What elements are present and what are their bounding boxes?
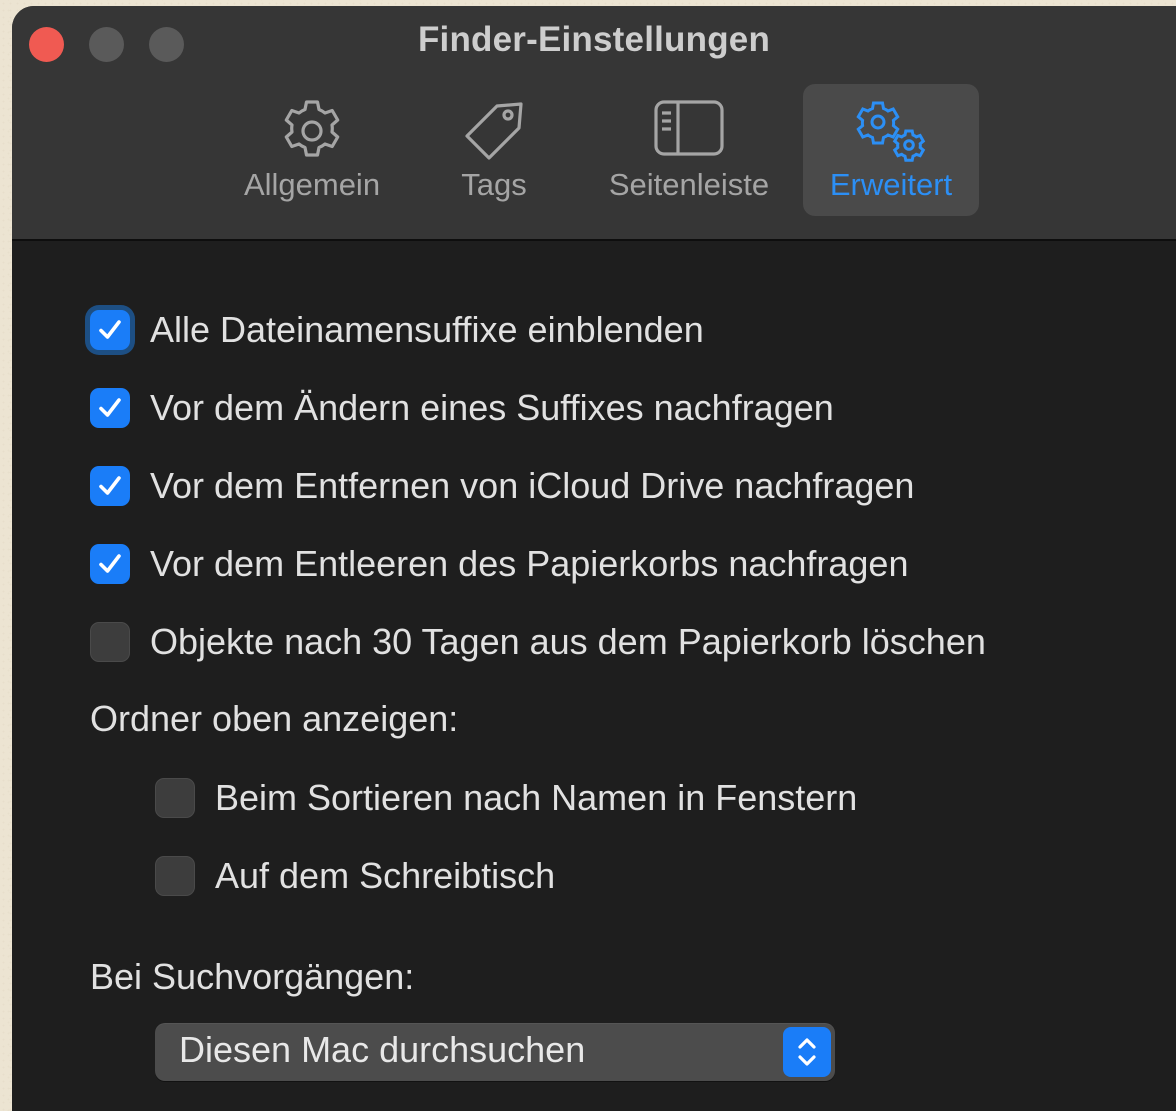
tab-label: Erweitert [829, 167, 953, 202]
gear-icon [279, 98, 345, 169]
option-folders-top-desktop[interactable]: Auf dem Schreibtisch [155, 851, 555, 901]
checkbox-checked[interactable] [90, 388, 130, 428]
option-label: Vor dem Ändern eines Suffixes nachfragen [150, 387, 834, 428]
tab-seitenleiste[interactable]: Seitenleiste [590, 84, 788, 216]
gears-icon [848, 98, 934, 169]
option-label: Alle Dateinamensuffixe einblenden [150, 309, 704, 350]
advanced-settings-pane: Alle Dateinamensuffixe einblenden Vor de… [12, 241, 1176, 1111]
window-title: Finder-Einstellungen [417, 20, 771, 59]
checkbox-checked[interactable] [90, 466, 130, 506]
toolbar: Finder-Einstellungen Allgemein Tags Seit… [12, 6, 1176, 241]
option-folders-top-windows[interactable]: Beim Sortieren nach Namen in Fenstern [155, 773, 857, 823]
tab-erweitert[interactable]: Erweitert [803, 84, 979, 216]
option-show-all-extensions[interactable]: Alle Dateinamensuffixe einblenden [90, 305, 704, 355]
checkbox-unchecked[interactable] [155, 856, 195, 896]
option-label: Objekte nach 30 Tagen aus dem Papierkorb… [150, 621, 986, 662]
option-label: Auf dem Schreibtisch [215, 855, 556, 896]
checkbox-unchecked[interactable] [90, 622, 130, 662]
option-warn-change-extension[interactable]: Vor dem Ändern eines Suffixes nachfragen [90, 383, 834, 433]
option-label: Vor dem Entleeren des Papierkorbs nachfr… [150, 543, 909, 584]
tab-allgemein[interactable]: Allgemein [226, 84, 398, 216]
search-scope-heading: Bei Suchvorgängen: [90, 956, 415, 997]
sidebar-icon [653, 98, 725, 163]
option-warn-remove-icloud[interactable]: Vor dem Entfernen von iCloud Drive nachf… [90, 461, 914, 511]
tab-label: Tags [461, 167, 527, 202]
option-label: Vor dem Entfernen von iCloud Drive nachf… [150, 465, 915, 506]
checkbox-unchecked[interactable] [155, 778, 195, 818]
search-scope-value: Diesen Mac durchsuchen [179, 1029, 586, 1070]
checkbox-checked[interactable] [90, 310, 130, 350]
option-warn-empty-trash[interactable]: Vor dem Entleeren des Papierkorbs nachfr… [90, 539, 908, 589]
finder-settings-window: Finder-Einstellungen Allgemein Tags Seit… [12, 6, 1176, 1111]
tag-icon [459, 98, 529, 169]
popup-arrows-icon[interactable] [783, 1027, 831, 1077]
tab-label: Seitenleiste [608, 167, 770, 202]
checkbox-checked[interactable] [90, 544, 130, 584]
option-label: Beim Sortieren nach Namen in Fenstern [215, 777, 858, 818]
tab-label: Allgemein [243, 167, 381, 202]
search-scope-popup[interactable]: Diesen Mac durchsuchen [155, 1023, 835, 1081]
tab-tags[interactable]: Tags [442, 84, 546, 216]
option-remove-trash-after-30-days[interactable]: Objekte nach 30 Tagen aus dem Papierkorb… [90, 617, 986, 667]
folders-on-top-heading: Ordner oben anzeigen: [90, 698, 459, 739]
